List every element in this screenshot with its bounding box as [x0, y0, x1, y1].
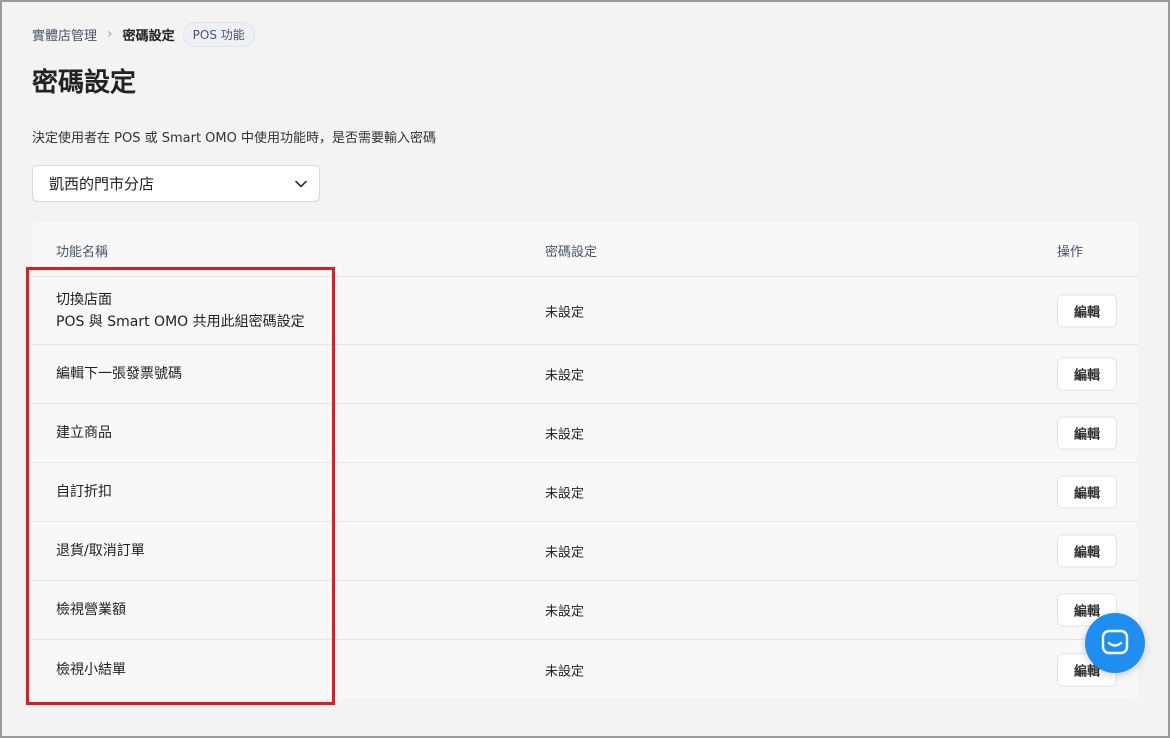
store-select[interactable]: 凱西的門市分店 — [32, 165, 320, 202]
header-password-setting: 密碼設定 — [545, 245, 598, 260]
password-status: 未設定 — [545, 368, 585, 384]
table-row: 自訂折扣 未設定 編輯 — [32, 463, 1138, 522]
breadcrumb-current: 密碼設定 — [122, 28, 175, 44]
password-status: 未設定 — [545, 427, 585, 443]
edit-button[interactable]: 編輯 — [1057, 534, 1117, 568]
password-settings-table: 功能名稱 密碼設定 操作 切換店面 POS 與 Smart OMO 共用此組密碼… — [32, 222, 1138, 699]
breadcrumb: 實體店管理 › 密碼設定 POS 功能 — [32, 21, 255, 47]
breadcrumb-badge: POS 功能 — [182, 21, 255, 47]
chat-icon — [1101, 629, 1129, 655]
password-status: 未設定 — [545, 604, 585, 620]
function-name: 檢視小結單 — [56, 661, 126, 678]
table-row: 切換店面 POS 與 Smart OMO 共用此組密碼設定 未設定 編輯 — [32, 277, 1138, 345]
header-function-name: 功能名稱 — [56, 245, 109, 260]
table-row: 檢視小結單 未設定 編輯 — [32, 640, 1138, 699]
function-name: 檢視營業額 — [56, 602, 126, 618]
edit-button[interactable]: 編輯 — [1057, 294, 1117, 327]
edit-button[interactable]: 編輯 — [1057, 475, 1117, 509]
password-status: 未設定 — [545, 305, 585, 320]
page-description: 決定使用者在 POS 或 Smart OMO 中使用功能時，是否需要輸入密碼 — [32, 131, 436, 146]
table-row: 建立商品 未設定 編輯 — [32, 404, 1138, 463]
edit-button[interactable]: 編輯 — [1057, 357, 1117, 391]
breadcrumb-separator-icon: › — [107, 26, 113, 42]
password-status: 未設定 — [545, 486, 585, 502]
chevron-down-icon — [295, 180, 307, 187]
store-select-value: 凱西的門市分店 — [49, 175, 155, 193]
table-row: 編輯下一張發票號碼 未設定 編輯 — [32, 345, 1138, 404]
function-subtitle: POS 與 Smart OMO 共用此組密碼設定 — [56, 313, 305, 330]
table-row: 退貨/取消訂單 未設定 編輯 — [32, 522, 1138, 581]
header-action: 操作 — [1057, 245, 1084, 260]
table-row: 檢視營業額 未設定 編輯 — [32, 581, 1138, 640]
function-name: 自訂折扣 — [56, 484, 112, 500]
password-status: 未設定 — [545, 545, 585, 561]
function-name: 切換店面 — [56, 291, 112, 308]
function-name: 退貨/取消訂單 — [56, 543, 145, 559]
function-name: 編輯下一張發票號碼 — [56, 366, 182, 382]
password-status: 未設定 — [545, 664, 585, 679]
function-name: 建立商品 — [56, 425, 112, 441]
chat-button[interactable] — [1085, 613, 1145, 673]
table-header: 功能名稱 密碼設定 操作 — [32, 222, 1138, 277]
edit-button[interactable]: 編輯 — [1057, 416, 1117, 450]
function-name-cell: 切換店面 POS 與 Smart OMO 共用此組密碼設定 — [56, 289, 305, 333]
breadcrumb-parent-link[interactable]: 實體店管理 — [32, 25, 97, 44]
page-title: 密碼設定 — [32, 68, 137, 98]
